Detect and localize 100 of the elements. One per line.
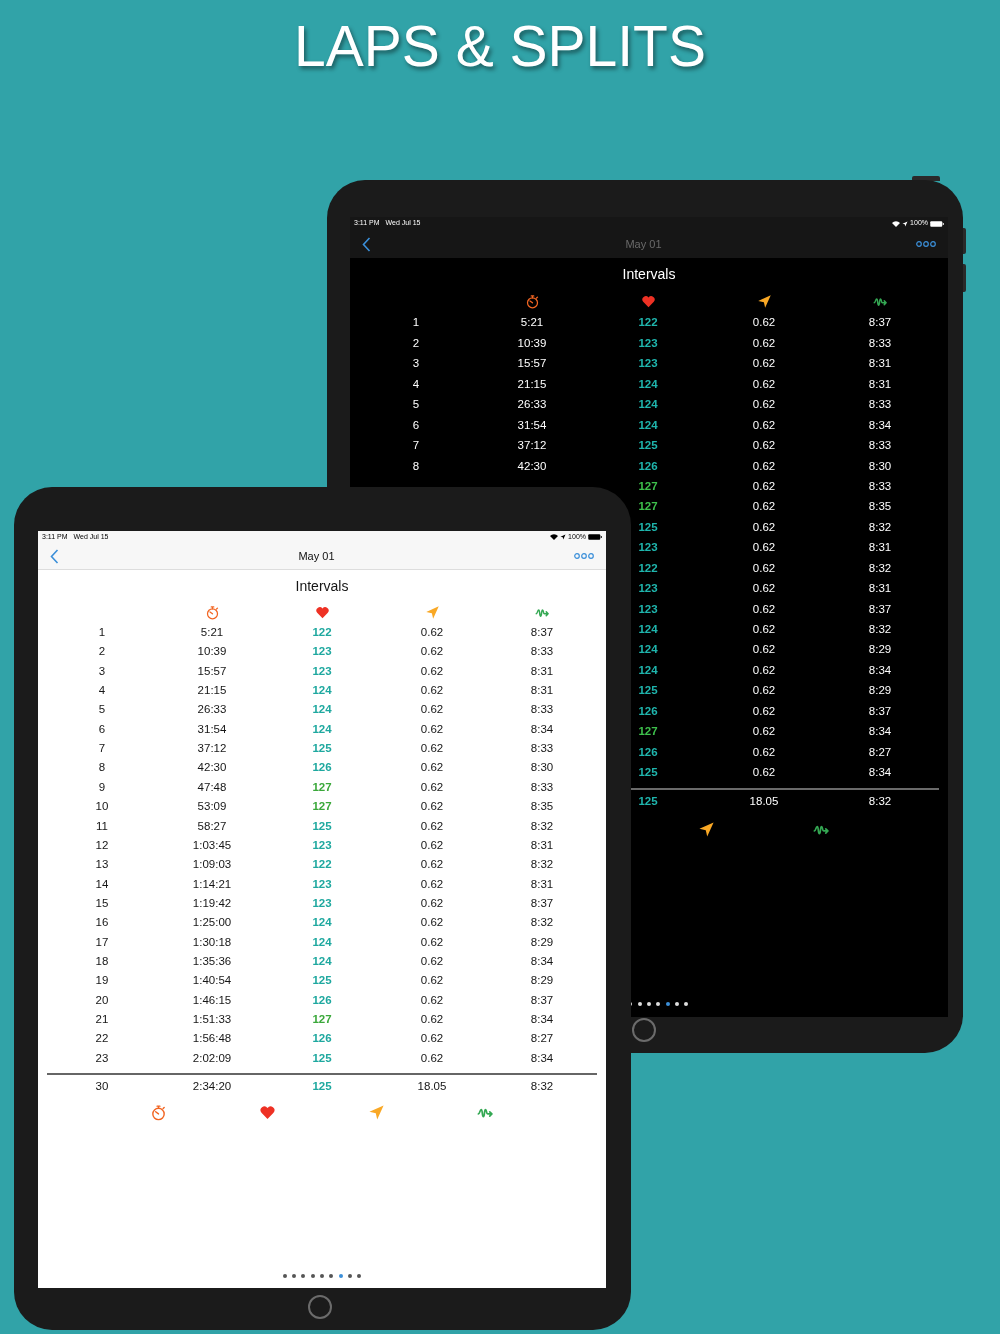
table-cell: 14 <box>95 878 109 891</box>
table-cell: 8:34 <box>868 767 892 779</box>
table-cell: 6 <box>412 419 420 432</box>
table-cell: 9 <box>98 781 106 794</box>
table-cell: 122 <box>312 626 332 639</box>
table-cell: 26:33 <box>517 399 547 411</box>
table-cell: 37:12 <box>517 440 547 452</box>
table-cell: 1:35:36 <box>192 956 232 968</box>
back-chevron-icon[interactable] <box>50 548 59 564</box>
table-cell: 8:31 <box>530 878 554 891</box>
more-icon[interactable] <box>574 553 594 559</box>
table-cell: 8:29 <box>868 685 892 697</box>
table-cell: 0.62 <box>420 1014 444 1026</box>
table-cell: 0.62 <box>752 440 776 452</box>
table-cell: 126 <box>312 994 332 1007</box>
location-icon <box>902 220 909 227</box>
table-cell: 8:31 <box>868 358 892 370</box>
table-cell: 0.62 <box>420 878 444 891</box>
battery-icon <box>930 220 944 227</box>
table-cell: 1 <box>98 626 106 639</box>
table-cell: 8:31 <box>868 583 892 595</box>
table-cell: 58:27 <box>197 820 227 832</box>
table-cell: 127 <box>312 781 332 794</box>
table-cell: 42:30 <box>517 460 547 473</box>
table-cell: 0.62 <box>752 358 776 370</box>
table-cell: 5:21 <box>520 317 544 329</box>
table-cell: 123 <box>312 897 332 910</box>
table-cell: 123 <box>638 337 658 350</box>
battery-icon <box>588 534 602 540</box>
table-cell: 122 <box>638 317 658 329</box>
table-cell: 8:34 <box>530 956 554 968</box>
back-chevron-icon[interactable] <box>362 236 371 252</box>
table-cell: 3 <box>98 665 106 678</box>
table-cell: 8:32 <box>530 859 554 871</box>
table-cell: 8:31 <box>530 685 554 697</box>
table-cell: 4 <box>412 378 420 391</box>
table-cell: 7 <box>98 743 106 755</box>
table-cell: 22 <box>95 1033 109 1045</box>
table-cell: 124 <box>312 936 332 949</box>
table-cell: 8:32 <box>868 521 892 534</box>
table-cell: 0.62 <box>752 378 776 391</box>
table-cell: 8:37 <box>530 897 554 910</box>
total-cell: 8:32 <box>868 796 892 808</box>
table-cell: 8:33 <box>530 781 554 794</box>
table-cell: 123 <box>312 665 332 678</box>
table-cell: 23 <box>95 1052 109 1065</box>
table-cell: 0.62 <box>752 664 776 677</box>
location-arrow-icon <box>424 605 440 620</box>
table-cell: 124 <box>638 644 658 656</box>
table-cell: 0.62 <box>420 1052 444 1065</box>
table-cell: 124 <box>312 685 332 697</box>
table-cell: 123 <box>312 646 332 658</box>
more-icon[interactable] <box>916 241 936 247</box>
table-cell: 124 <box>312 917 332 929</box>
table-cell: 0.62 <box>752 705 776 718</box>
table-cell: 122 <box>638 562 658 575</box>
table-cell: 21 <box>95 1014 109 1026</box>
table-cell: 126 <box>638 746 658 759</box>
table-cell: 125 <box>312 975 332 987</box>
table-cell: 8:29 <box>530 975 554 987</box>
table-cell: 127 <box>638 501 658 513</box>
table-cell: 0.62 <box>752 521 776 534</box>
home-button[interactable] <box>308 1295 332 1319</box>
table-cell: 8:37 <box>868 705 892 718</box>
table-cell: 0.62 <box>752 337 776 350</box>
table-cell: 0.62 <box>752 542 776 554</box>
table-cell: 1:14:21 <box>192 878 232 891</box>
table-cell: 26:33 <box>197 704 227 716</box>
table-cell: 123 <box>638 603 658 616</box>
table-cell: 3 <box>412 358 420 370</box>
table-cell: 8:32 <box>868 624 892 636</box>
section-title: Intervals <box>295 576 349 596</box>
table-cell: 1:40:54 <box>192 975 232 987</box>
table-cell: 17 <box>95 936 109 949</box>
table-cell: 127 <box>312 801 332 813</box>
table-cell: 53:09 <box>197 801 227 813</box>
total-cell: 8:32 <box>530 1080 554 1092</box>
stopwatch-icon <box>204 605 220 620</box>
table-cell: 2 <box>98 646 106 658</box>
table-cell: 8:33 <box>530 646 554 658</box>
table-cell: 0.62 <box>752 603 776 616</box>
table-cell: 123 <box>638 358 658 370</box>
table-cell: 42:30 <box>197 762 227 774</box>
table-cell: 6 <box>98 723 106 736</box>
table-cell: 1:09:03 <box>192 859 232 871</box>
total-cell: 125 <box>638 796 658 808</box>
table-cell: 8:34 <box>530 723 554 736</box>
table-cell: 11 <box>96 820 108 832</box>
table-cell: 8:35 <box>868 501 892 513</box>
table-cell: 18 <box>95 956 109 968</box>
table-cell: 125 <box>312 743 332 755</box>
stopwatch-icon <box>150 1103 167 1121</box>
table-cell: 37:12 <box>197 743 227 755</box>
table-cell: 8:37 <box>868 603 892 616</box>
table-cell: 123 <box>312 839 332 852</box>
table-cell: 8:33 <box>868 440 892 452</box>
table-cell: 2 <box>412 337 420 350</box>
table-cell: 124 <box>312 723 332 736</box>
total-cell: 18.05 <box>417 1080 447 1092</box>
table-cell: 0.62 <box>752 480 776 493</box>
